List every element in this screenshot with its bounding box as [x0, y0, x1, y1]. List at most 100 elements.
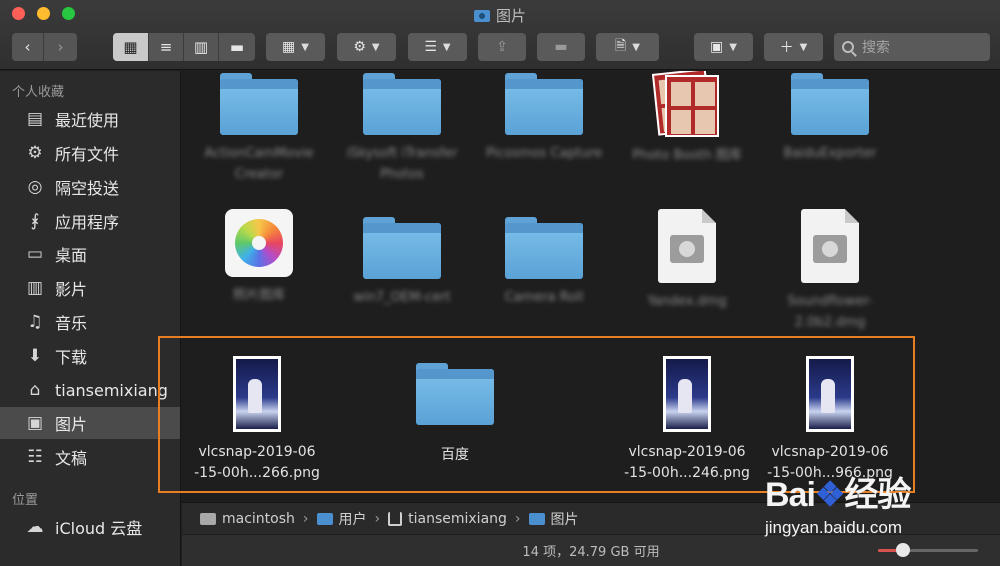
file-item[interactable]: ActionCamMovie Creator [184, 73, 334, 185]
new-document-button[interactable]: 🗎 ▼ [596, 33, 659, 61]
view-mode-control: ▦ ≡ ▥ ▬ [113, 33, 255, 61]
folder-icon [505, 73, 583, 135]
music-note-icon: ♫ [27, 312, 43, 332]
file-item[interactable]: 照片图库 [184, 209, 334, 306]
file-name: 照片图库 [232, 288, 285, 303]
chevron-down-icon: ▼ [799, 41, 808, 53]
file-item[interactable]: BaiduExporter [755, 73, 905, 164]
group-button[interactable]: ▦ ▼ [266, 33, 325, 61]
forward-button[interactable]: › [44, 33, 77, 61]
file-name: Yandex.dmg [647, 294, 727, 309]
sidebar-item-documents[interactable]: ☷ 文稿 [0, 441, 180, 473]
gallery-view-button[interactable]: ▬ [219, 33, 255, 61]
sidebar-item-home[interactable]: ⌂ tiansemixiang [0, 374, 180, 406]
sidebar-item-label: 应用程序 [55, 213, 120, 232]
sidebar-item-label: tiansemixiang [55, 380, 168, 400]
file-name: ActionCamMovie Creator [204, 146, 314, 182]
home-icon: ⌂ [29, 380, 41, 400]
document-icon: ☷ [27, 447, 43, 467]
folder-icon [363, 73, 441, 135]
path-segment-users[interactable]: 用户 [316, 509, 367, 529]
sidebar-item-downloads[interactable]: ⬇ 下载 [0, 340, 180, 372]
favorites-header: 个人收藏 [12, 85, 65, 100]
file-name: Picosmos Capture [485, 146, 603, 161]
hard-drive-icon [200, 512, 216, 525]
home-icon [388, 511, 403, 526]
path-segment-macintosh[interactable]: macintosh [200, 511, 295, 527]
icon-size-slider[interactable] [878, 543, 978, 557]
list-view-button[interactable]: ≡ [149, 33, 184, 61]
sidebar-item-all-files[interactable]: ⚙ 所有文件 [0, 137, 180, 169]
pictures-folder-icon [528, 512, 545, 525]
icon-view-button[interactable]: ▦ [113, 33, 149, 61]
file-item[interactable]: Yandex.dmg [612, 209, 762, 312]
tags-button[interactable]: ▬ [537, 33, 585, 61]
sidebar-item-label: 文稿 [55, 449, 88, 468]
sidebar-item-pictures[interactable]: ▣ 图片 [0, 407, 180, 439]
sidebar-item-applications[interactable]: ⨘ 应用程序 [0, 205, 180, 237]
slider-knob[interactable] [896, 543, 910, 557]
column-view-button[interactable]: ▥ [184, 33, 219, 61]
share-button[interactable]: ⇪ [478, 33, 526, 61]
shopping-bag-icon: ▣ [710, 39, 724, 55]
quick-action-button[interactable]: ▣ ▼ [694, 33, 753, 61]
download-icon: ⬇ [27, 346, 43, 366]
sidebar-item-airdrop[interactable]: ◎ 隔空投送 [0, 171, 180, 203]
arrange-button[interactable]: ☰ ▼ [408, 33, 467, 61]
column-view-icon: ▥ [193, 38, 209, 56]
search-field[interactable]: 搜索 [834, 33, 990, 61]
file-item[interactable]: win7_OEM-cert [327, 217, 477, 308]
folder-icon [363, 217, 441, 279]
chevron-down-icon: ▼ [371, 41, 380, 53]
file-item[interactable]: Camera Roll [469, 217, 619, 308]
desktop-icon: ▭ [26, 244, 44, 264]
selection-highlight-box [158, 336, 915, 493]
path-segment-home[interactable]: tiansemixiang [388, 511, 507, 527]
action-button[interactable]: ⚙ ▼ [337, 33, 396, 61]
window-title: 图片 [0, 5, 1000, 26]
file-item[interactable]: iSkysoft iTransfer Photos [327, 73, 477, 185]
gallery-view-icon: ▬ [229, 38, 245, 56]
sidebar-item-label: 隔空投送 [55, 179, 120, 198]
chevron-down-icon: ▼ [729, 41, 737, 53]
add-button[interactable]: ＋ ▼ [764, 33, 823, 61]
sidebar: 个人收藏 ▤ 最近使用 ⚙ 所有文件 ◎ 隔空投送 ⨘ 应用程序 ▭ 桌面 ▥ … [0, 71, 181, 566]
path-separator-icon: › [374, 510, 381, 527]
sidebar-item-music[interactable]: ♫ 音乐 [0, 306, 180, 338]
icon-view-icon: ▦ [123, 38, 138, 56]
file-name: Soundflower-2.0b2.dmg [787, 294, 873, 330]
path-bar: macintosh › 用户 › tiansemixiang › 图片 [182, 502, 1000, 534]
share-icon: ⇪ [496, 39, 508, 55]
chevron-down-icon: ▼ [632, 41, 640, 53]
list-view-icon: ≡ [159, 38, 173, 56]
file-name: iSkysoft iTransfer Photos [346, 146, 458, 182]
sidebar-item-label: iCloud 云盘 [55, 519, 143, 538]
chevron-right-icon: › [57, 38, 64, 56]
locations-header: 位置 [12, 493, 39, 508]
sidebar-item-label: 桌面 [55, 246, 88, 265]
path-separator-icon: › [302, 510, 309, 527]
recents-icon: ▤ [26, 109, 44, 129]
chevron-left-icon: ‹ [24, 38, 31, 56]
folder-icon [220, 73, 298, 135]
file-item[interactable]: Picosmos Capture [469, 73, 619, 164]
sidebar-item-label: 音乐 [55, 314, 88, 333]
nav-buttons: ‹ › [12, 33, 77, 61]
sidebar-item-label: 影片 [55, 280, 88, 299]
camera-icon: ▣ [26, 413, 44, 433]
sidebar-item-desktop[interactable]: ▭ 桌面 [0, 238, 180, 270]
folder-icon [316, 512, 333, 525]
window-titlebar: 图片 ‹ › ▦ ≡ ▥ ▬ ▦ ▼ ⚙ ▼ ☰ ▼ ⇪ ▬ 🗎 ▼ ▣ ▼ ＋ ▼ 搜索 [0, 0, 1000, 70]
airdrop-icon: ◎ [27, 177, 43, 197]
sidebar-item-movies[interactable]: ▥ 影片 [0, 272, 180, 304]
file-item[interactable]: Soundflower-2.0b2.dmg [755, 209, 905, 333]
back-button[interactable]: ‹ [12, 33, 44, 61]
grid-icon: ▦ [282, 39, 296, 55]
sidebar-item-label: 图片 [55, 415, 88, 434]
path-segment-pictures[interactable]: 图片 [528, 509, 579, 529]
sidebar-item-recents[interactable]: ▤ 最近使用 [0, 103, 180, 135]
chevron-down-icon: ▼ [442, 41, 451, 53]
file-item[interactable]: Photo Booth 图库 [612, 71, 762, 166]
sidebar-item-icloud[interactable]: ☁ iCloud 云盘 [0, 511, 180, 543]
file-name: BaiduExporter [783, 146, 877, 161]
